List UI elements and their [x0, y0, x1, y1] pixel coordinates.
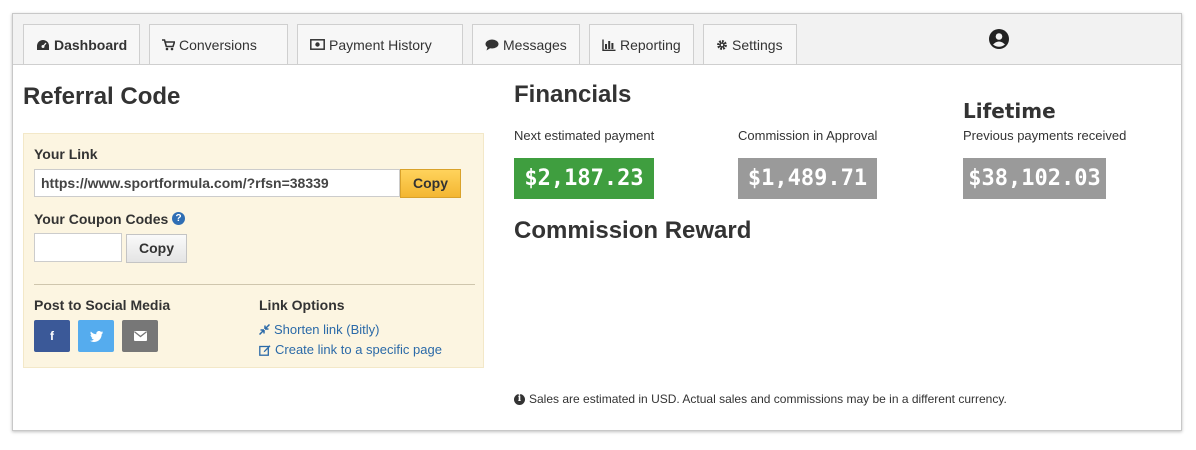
your-link-label: Your Link [34, 146, 98, 162]
coupon-codes-label: Your Coupon Codes [34, 211, 169, 227]
referral-link-field[interactable]: https://www.sportformula.com/?rfsn=38339 [34, 169, 400, 197]
create-link[interactable]: Create link to a specific page [259, 342, 442, 357]
approval-label: Commission in Approval [738, 128, 878, 143]
envelope-icon [133, 331, 147, 341]
email-share-button[interactable] [122, 320, 158, 352]
lifetime-heading: Lifetime [963, 99, 1056, 123]
social-media-label: Post to Social Media [34, 297, 171, 313]
previous-payments-value: $38,102.03 [963, 158, 1106, 199]
shorten-link[interactable]: Shorten link (Bitly) [259, 322, 379, 337]
previous-payments-label: Previous payments received [963, 128, 1127, 143]
tab-label: Settings [732, 36, 783, 53]
copy-link-button[interactable]: Copy [400, 169, 461, 198]
coupon-code-field[interactable] [34, 233, 122, 262]
cart-icon [162, 38, 175, 50]
tab-label: Payment History [329, 36, 432, 53]
create-link-text: Create link to a specific page [275, 342, 442, 357]
tab-bar: Dashboard Conversions Payment History Me… [13, 14, 1181, 65]
commission-reward-heading: Commission Reward [514, 217, 752, 244]
tab-label: Messages [503, 36, 567, 53]
tab-label: Conversions [179, 36, 257, 53]
referral-panel: Your Link https://www.sportformula.com/?… [23, 133, 484, 368]
tab-payment-history[interactable]: Payment History [297, 24, 463, 64]
compress-icon [259, 324, 270, 335]
panel-divider [34, 284, 475, 285]
next-payment-value: $2,187.23 [514, 158, 654, 199]
tab-conversions[interactable]: Conversions [149, 24, 288, 64]
tab-messages[interactable]: Messages [472, 24, 580, 64]
currency-note: i Sales are estimated in USD. Actual sal… [514, 392, 1007, 406]
facebook-share-button[interactable]: f [34, 320, 70, 352]
comment-icon [485, 39, 499, 50]
edit-icon [259, 344, 271, 356]
shorten-link-text: Shorten link (Bitly) [274, 322, 380, 337]
dashboard-icon [37, 39, 49, 50]
next-payment-label: Next estimated payment [514, 128, 655, 143]
link-options-label: Link Options [259, 297, 345, 313]
money-icon [310, 39, 325, 50]
referral-code-heading: Referral Code [23, 83, 181, 110]
info-icon: i [514, 393, 525, 405]
facebook-icon: f [50, 329, 54, 343]
twitter-icon [89, 330, 103, 342]
financials-heading: Financials [514, 81, 632, 108]
copy-coupon-button[interactable]: Copy [126, 234, 187, 263]
tab-reporting[interactable]: Reporting [589, 24, 694, 64]
twitter-share-button[interactable] [78, 320, 114, 352]
bar-chart-icon [602, 39, 616, 51]
approval-value: $1,489.71 [738, 158, 877, 199]
help-icon[interactable]: ? [172, 212, 185, 225]
tab-settings[interactable]: Settings [703, 24, 797, 64]
gear-icon [717, 39, 727, 50]
tab-dashboard[interactable]: Dashboard [23, 24, 140, 64]
tab-label: Reporting [620, 36, 681, 53]
user-circle-icon[interactable] [989, 29, 1009, 49]
main-panel: Dashboard Conversions Payment History Me… [12, 13, 1182, 431]
currency-note-text: Sales are estimated in USD. Actual sales… [529, 392, 1007, 406]
tab-label: Dashboard [54, 36, 128, 53]
